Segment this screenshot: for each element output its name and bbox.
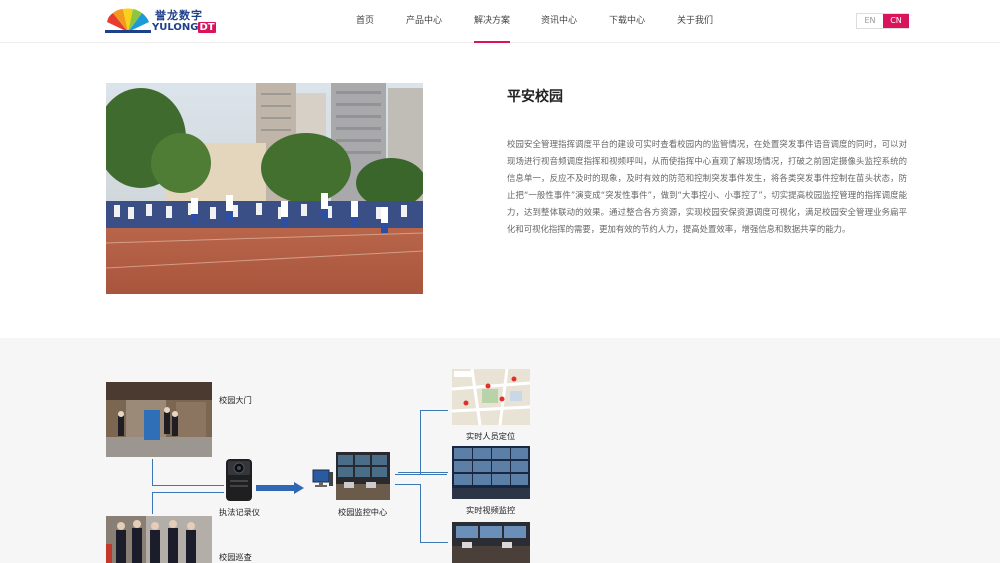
computer-icon bbox=[312, 469, 333, 487]
nav-products[interactable]: 产品中心 bbox=[406, 0, 442, 43]
nav-home[interactable]: 首页 bbox=[356, 0, 374, 43]
brand-logo[interactable]: 誉龙数字 YULONGDT bbox=[105, 8, 216, 34]
connector-branch-up bbox=[420, 410, 421, 474]
connector-to-lower bbox=[420, 542, 448, 543]
body-camera-icon bbox=[224, 458, 254, 502]
connector-patrol-right bbox=[152, 492, 224, 493]
logo-fan-icon bbox=[105, 8, 151, 33]
brand-en-suffix: DT bbox=[198, 22, 216, 33]
campus-photo bbox=[106, 83, 423, 294]
connector-patrol-up bbox=[152, 492, 153, 514]
connector-center-lower bbox=[395, 484, 420, 485]
brand-en-name: YULONGDT bbox=[152, 22, 216, 33]
arrow-right-icon bbox=[256, 482, 304, 494]
connector-to-locate bbox=[420, 410, 448, 411]
page-title: 平安校园 bbox=[507, 89, 563, 105]
campus-gate-label: 校园大门 bbox=[219, 395, 252, 405]
connector-gate-right bbox=[152, 485, 224, 486]
realtime-video-label: 实时视频监控 bbox=[466, 505, 516, 515]
solution-description: 校园安全管理指挥调度平台的建设可实时查看校园内的监管情况，在处置突发事件语音调度… bbox=[507, 139, 907, 234]
campus-patrol-photo bbox=[106, 516, 212, 563]
nav-news[interactable]: 资讯中心 bbox=[541, 0, 577, 43]
monitoring-center-label: 校园监控中心 bbox=[338, 507, 388, 517]
connector-center-right bbox=[395, 474, 447, 475]
realtime-location-label: 实时人员定位 bbox=[466, 431, 516, 441]
campus-patrol-label: 校园巡查 bbox=[219, 552, 252, 562]
connector-branch-down bbox=[420, 484, 421, 542]
location-map-image bbox=[452, 369, 530, 425]
nav-solutions[interactable]: 解决方案 bbox=[474, 0, 510, 43]
nav-downloads[interactable]: 下载中心 bbox=[609, 0, 645, 43]
monitoring-center-photo bbox=[336, 452, 390, 500]
campus-gate-photo bbox=[106, 382, 212, 457]
brand-cn-name: 誉龙数字 bbox=[155, 9, 203, 22]
site-header: 誉龙数字 YULONGDT 首页 产品中心 解决方案 资讯中心 下载中心 关于我… bbox=[0, 0, 1000, 43]
body-camera-label: 执法记录仪 bbox=[219, 507, 260, 517]
connector-gate-down bbox=[152, 459, 153, 485]
video-wall-image bbox=[452, 446, 530, 499]
connector-to-video bbox=[398, 472, 448, 473]
nav-about[interactable]: 关于我们 bbox=[677, 0, 713, 43]
brand-en-word: YULONG bbox=[152, 22, 199, 33]
system-diagram: 校园大门 校园巡查 执法记录仪 校园监控中心 实时人员定位 实时视频监控 bbox=[0, 338, 1000, 563]
lang-en-button[interactable]: EN bbox=[857, 14, 883, 28]
control-room-image bbox=[452, 522, 530, 563]
lang-cn-button[interactable]: CN bbox=[883, 14, 909, 28]
language-switch: EN CN bbox=[856, 13, 909, 29]
